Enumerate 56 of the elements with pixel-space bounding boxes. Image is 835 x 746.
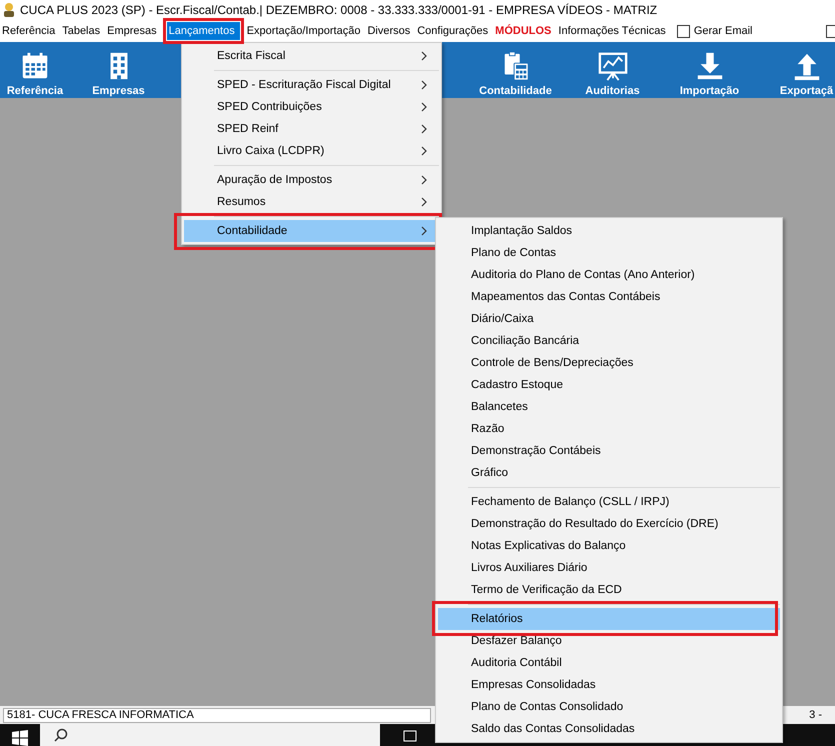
menu-item[interactable]: Controle de Bens/Depreciações xyxy=(438,352,780,374)
menu-item[interactable]: Gráfico xyxy=(438,462,780,484)
windows-icon[interactable] xyxy=(12,730,28,746)
checkbox-label[interactable]: Gerar Email xyxy=(694,25,752,37)
toolbar-button[interactable]: Contabilidade xyxy=(467,42,564,98)
toolbar-button[interactable]: Empresas xyxy=(70,42,167,98)
menu-item[interactable]: Razão xyxy=(438,418,780,440)
calendar-icon xyxy=(20,51,50,81)
toolbar-button[interactable]: Auditorias xyxy=(564,42,661,98)
menu-item[interactable]: Auditoria Contábil xyxy=(438,652,780,674)
menu-item[interactable]: Mapeamentos das Contas Contábeis xyxy=(438,286,780,308)
menu-item[interactable]: Plano de Contas xyxy=(438,242,780,264)
menu-item[interactable]: MÓDULOS xyxy=(493,22,556,40)
menu-item[interactable]: Conciliação Bancária xyxy=(438,330,780,352)
menu-item[interactable]: Empresas xyxy=(105,22,162,40)
menu-item[interactable]: Relatórios xyxy=(438,608,780,630)
menu-item[interactable]: Apuração de Impostos xyxy=(184,169,439,191)
menu-item[interactable]: Escrita Fiscal xyxy=(184,45,439,67)
menu-item[interactable]: Livro Caixa (LCDPR) xyxy=(184,140,439,162)
menu-item[interactable]: Diário/Caixa xyxy=(438,308,780,330)
menu-item[interactable]: Exportação/Importação xyxy=(244,22,366,40)
search-icon xyxy=(54,728,68,742)
menu-item[interactable]: Lançamentos xyxy=(166,22,240,40)
menu-item[interactable]: SPED Contribuições xyxy=(184,96,439,118)
menu-item[interactable]: Notas Explicativas do Balanço xyxy=(438,535,780,557)
checkbox[interactable] xyxy=(676,24,690,38)
menu-item[interactable]: Diversos xyxy=(365,22,416,40)
menu-item[interactable]: Informações Técnicas xyxy=(556,22,671,40)
menu-item[interactable]: Cadastro Estoque xyxy=(438,374,780,396)
menu-item[interactable]: Demonstração do Resultado do Exercício (DRE) xyxy=(438,513,780,535)
menu-item[interactable]: Plano de Contas Consolidado xyxy=(438,696,780,718)
menu-item[interactable]: Implantação Saldos xyxy=(438,220,780,242)
menu-item[interactable]: Saldo das Contas Consolidadas xyxy=(438,718,780,740)
menu-item[interactable]: Configurações xyxy=(415,22,494,40)
menu-item[interactable]: Auditoria do Plano de Contas (Ano Anterior) xyxy=(438,264,780,286)
menu-item[interactable]: Termo de Verificação da ECD xyxy=(438,579,780,601)
status-text: 5181- CUCA FRESCA INFORMATICA xyxy=(3,708,431,722)
menu-item[interactable]: Desfazer Balanço xyxy=(438,630,780,652)
menu-item[interactable]: SPED Reinf xyxy=(184,118,439,140)
menu-item[interactable]: Demonstração Contábeis xyxy=(438,440,780,462)
menu-item[interactable]: Livros Auxiliares Diário xyxy=(438,557,780,579)
menu-item[interactable]: SPED - Escrituração Fiscal Digital xyxy=(184,74,439,96)
toolbar-button[interactable]: Referência xyxy=(0,42,70,98)
toolbar-button[interactable]: Exportaçã xyxy=(758,42,835,98)
menu-item[interactable]: Fechamento de Balanço (CSLL / IRPJ) xyxy=(438,491,780,513)
menu-item[interactable]: Resumos xyxy=(184,191,439,213)
window-title: CUCA PLUS 2023 (SP) - Escr.Fiscal/Contab.| DEZEMBRO: 0008 - 33.333.333/0001-91 - EMPRESA VÍDEOS - MATRIZ xyxy=(20,3,658,17)
menu-item[interactable]: Empresas Consolidadas xyxy=(438,674,780,696)
app-icon xyxy=(1,2,17,18)
search-field[interactable] xyxy=(40,724,380,746)
menu-item[interactable]: Balancetes xyxy=(438,396,780,418)
menu-item[interactable]: Referência xyxy=(0,22,60,40)
menu-item[interactable]: Tabelas xyxy=(60,22,106,40)
status-text: 3 - xyxy=(809,709,823,721)
chart-board-icon xyxy=(598,51,628,81)
toolbar-button[interactable]: Importação xyxy=(661,42,758,98)
